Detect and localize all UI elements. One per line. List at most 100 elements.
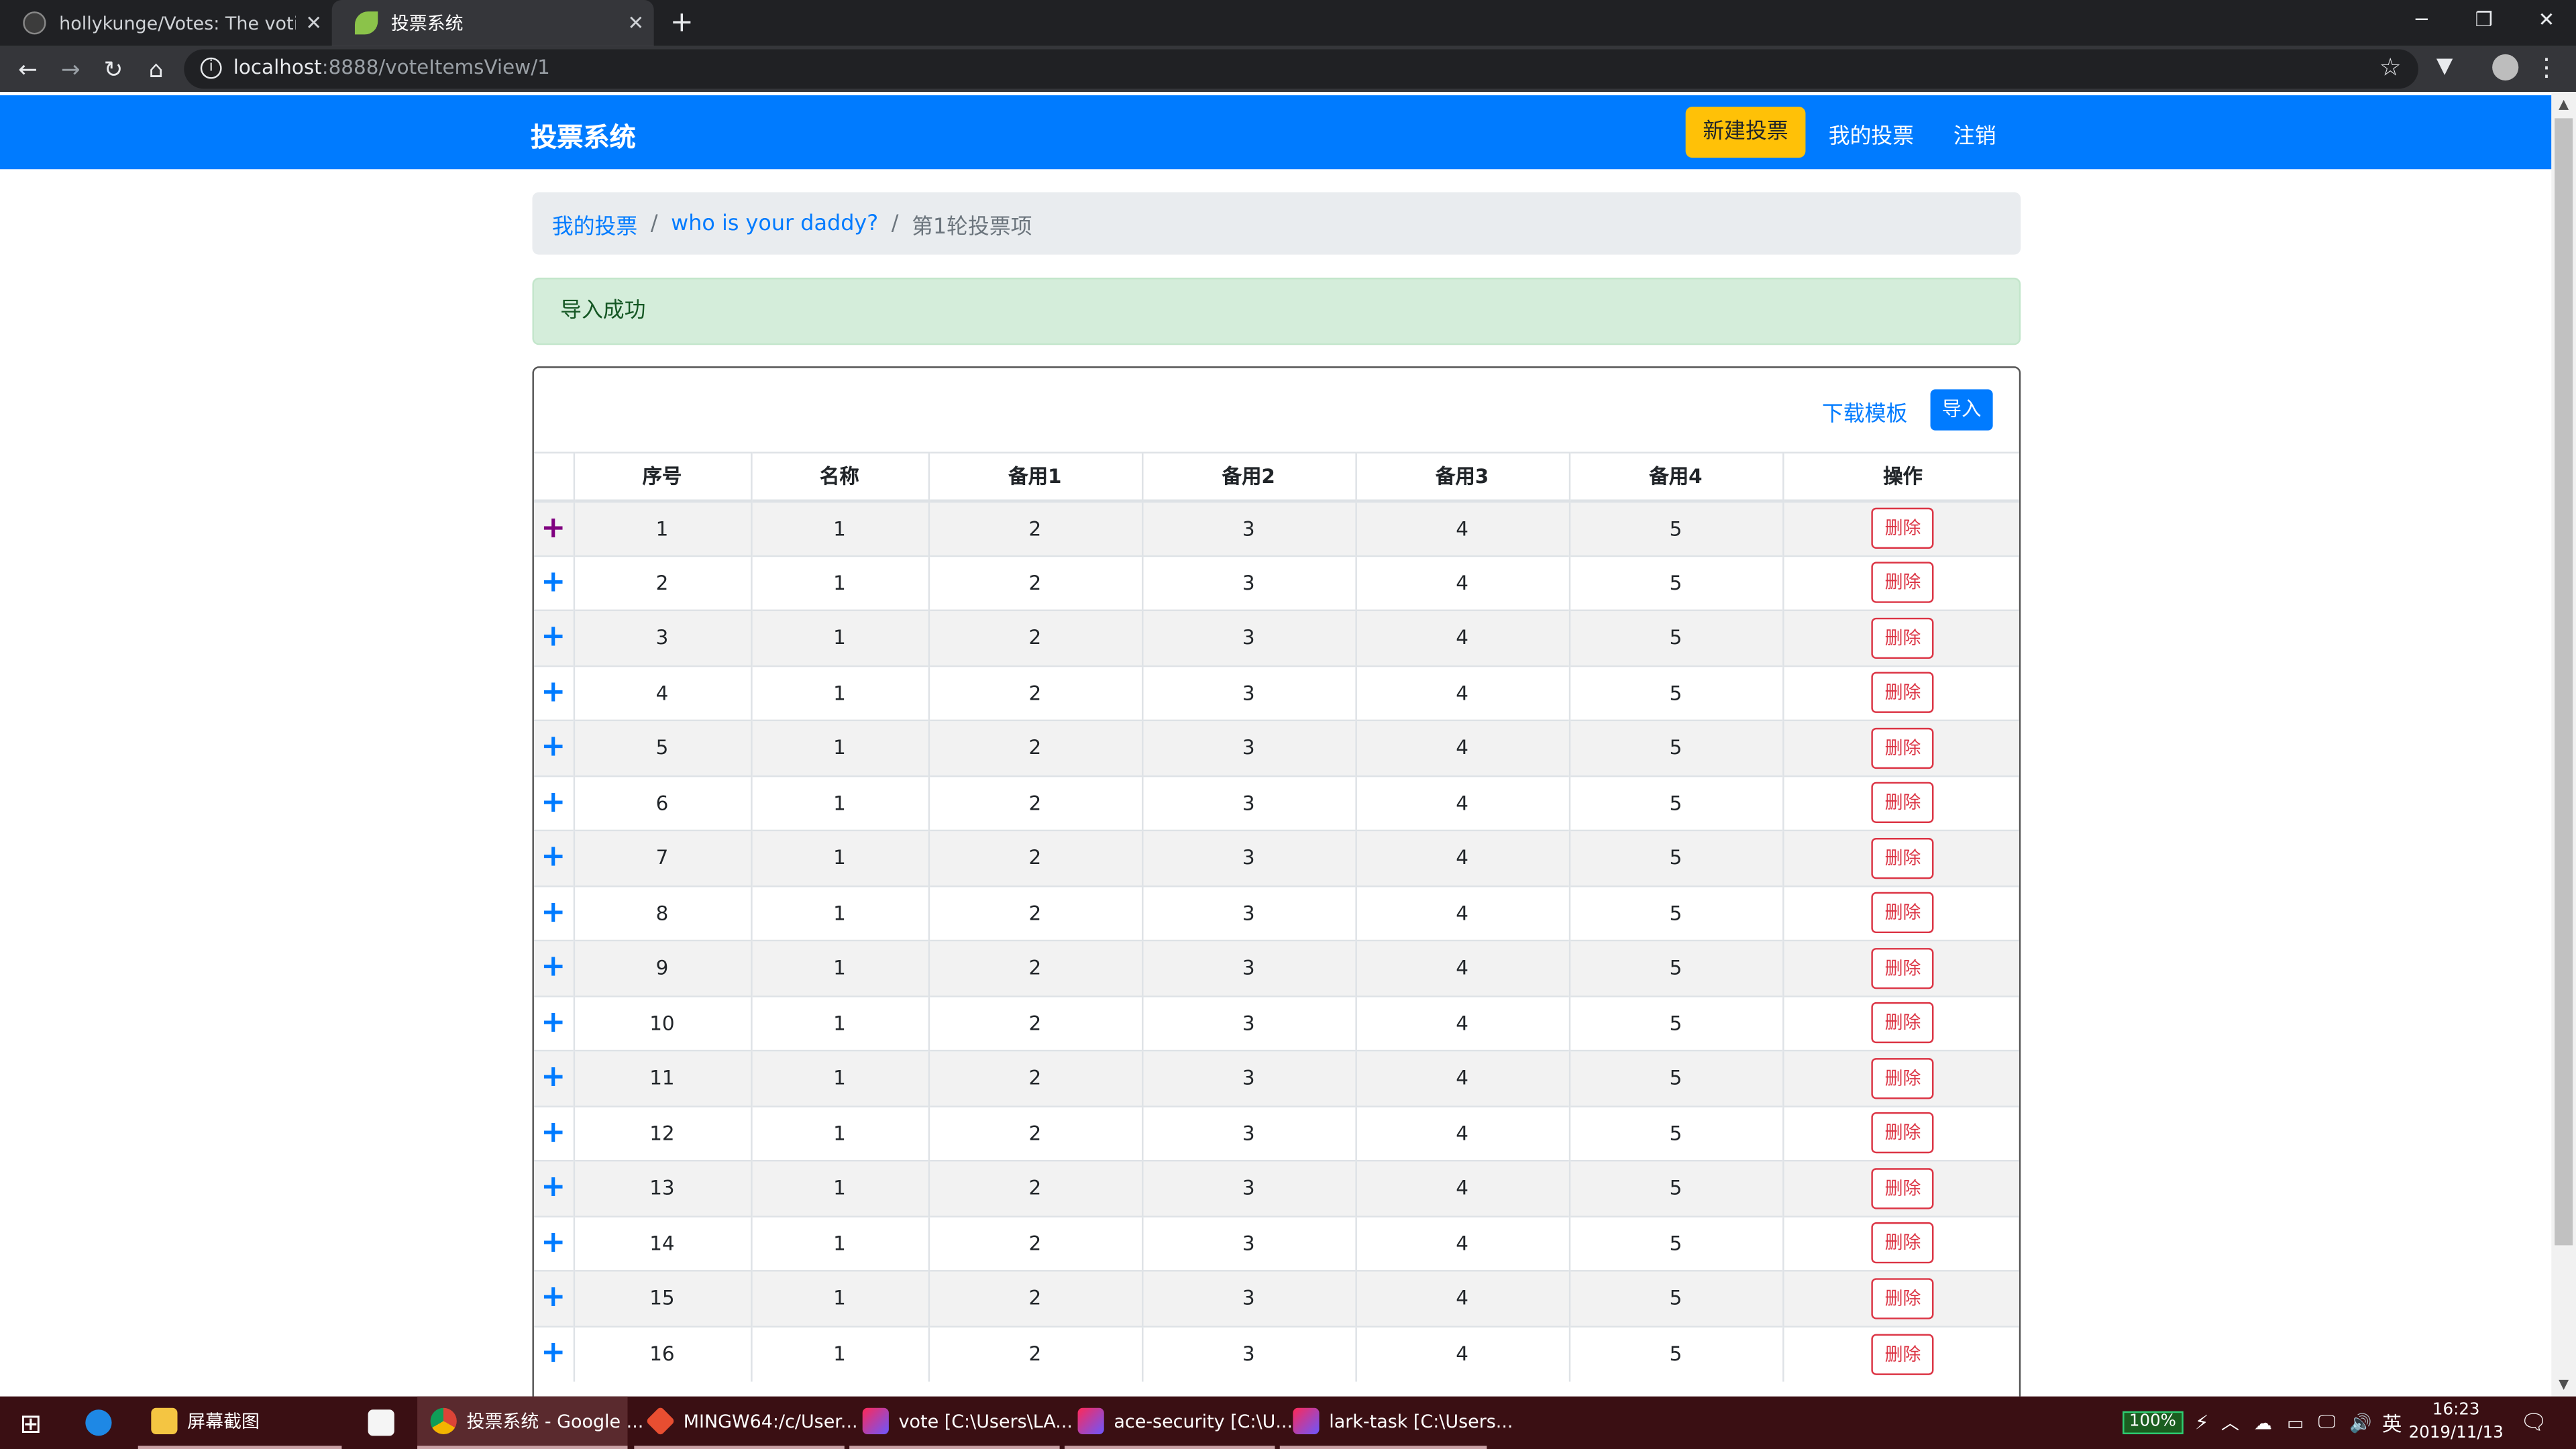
clock[interactable]: 16:23 2019/11/13 xyxy=(2402,1400,2510,1446)
plus-icon[interactable]: + xyxy=(541,950,566,984)
table-row[interactable]: +7 1 2 3 4 5 删除 xyxy=(533,829,2019,886)
notification-icon[interactable]: 🗨 xyxy=(2520,1397,2547,1449)
delete-button[interactable]: 删除 xyxy=(1872,617,1935,659)
expand-cell[interactable]: + xyxy=(533,499,574,555)
page-scrollbar[interactable]: ▲ ▼ xyxy=(2551,92,2576,1397)
plus-icon[interactable]: + xyxy=(541,565,566,599)
table-row[interactable]: +14 1 2 3 4 5 删除 xyxy=(533,1215,2019,1271)
import-button[interactable]: 导入 xyxy=(1930,389,1993,431)
plus-icon[interactable]: + xyxy=(541,840,566,874)
expand-cell[interactable]: + xyxy=(533,774,574,830)
bookmark-star-icon[interactable]: ☆ xyxy=(2377,51,2404,84)
delete-button[interactable]: 删除 xyxy=(1872,1167,1935,1209)
expand-cell[interactable]: + xyxy=(533,554,574,610)
table-row[interactable]: +15 1 2 3 4 5 删除 xyxy=(533,1270,2019,1326)
home-icon[interactable]: ⌂ xyxy=(138,52,174,89)
taskbar-item-lark-task[interactable]: lark-task [C:\Users... xyxy=(1279,1397,1513,1449)
expand-cell[interactable]: + xyxy=(533,939,574,996)
plus-icon[interactable]: + xyxy=(541,675,566,709)
tab-vote-system[interactable]: 投票系统 ✕ xyxy=(331,0,654,46)
store-icon[interactable] xyxy=(355,1397,411,1449)
delete-button[interactable]: 删除 xyxy=(1872,562,1935,604)
plus-icon[interactable]: + xyxy=(541,510,566,544)
expand-cell[interactable]: + xyxy=(533,829,574,886)
reload-icon[interactable]: ↻ xyxy=(95,52,131,89)
expand-cell[interactable]: + xyxy=(533,1270,574,1326)
plus-icon[interactable]: + xyxy=(541,1170,566,1204)
chevron-up-icon[interactable]: ︿ xyxy=(2221,1397,2239,1449)
my-votes-link[interactable]: 我的投票 xyxy=(1829,118,1914,150)
plus-icon[interactable]: + xyxy=(541,895,566,929)
breadcrumb-vote[interactable]: who is your daddy? xyxy=(671,211,878,236)
taskbar-item-git-bash[interactable]: MINGW64:/c/User... xyxy=(634,1397,858,1449)
network-icon[interactable]: 🖵 xyxy=(2318,1397,2336,1449)
ime-indicator[interactable]: 英 xyxy=(2382,1397,2402,1449)
scroll-down-icon[interactable]: ▼ xyxy=(2551,1372,2576,1397)
column-header[interactable]: 备用3 xyxy=(1354,451,1569,502)
tab-github[interactable]: hollykunge/Votes: The voting ✕ xyxy=(0,0,332,46)
plus-icon[interactable]: + xyxy=(541,1280,566,1314)
table-row[interactable]: +10 1 2 3 4 5 删除 xyxy=(533,994,2019,1051)
delete-button[interactable]: 删除 xyxy=(1872,1002,1935,1044)
plus-icon[interactable]: + xyxy=(541,1225,566,1259)
tray-app-icon[interactable]: ☁ xyxy=(2254,1397,2272,1449)
scroll-up-icon[interactable]: ▲ xyxy=(2551,92,2576,117)
expand-cell[interactable]: + xyxy=(533,1049,574,1106)
volume-icon[interactable]: 🔊 xyxy=(2349,1397,2372,1449)
table-row[interactable]: +8 1 2 3 4 5 删除 xyxy=(533,884,2019,941)
url-text[interactable]: localhost:8888/voteItemsView/1 xyxy=(233,56,550,78)
taskbar-item-vote[interactable]: vote [C:\Users\LA... xyxy=(849,1397,1073,1449)
column-header[interactable]: 备用1 xyxy=(927,451,1142,502)
expand-cell[interactable]: + xyxy=(533,1215,574,1271)
back-icon[interactable]: ← xyxy=(10,52,46,89)
battery-indicator[interactable]: 100% xyxy=(2123,1397,2183,1449)
plus-icon[interactable]: + xyxy=(541,730,566,764)
table-row[interactable]: +11 1 2 3 4 5 删除 xyxy=(533,1049,2019,1106)
taskbar-item-screenshots[interactable]: 屏幕截图 xyxy=(138,1397,342,1449)
close-icon[interactable]: ✕ xyxy=(296,11,332,34)
column-header[interactable]: 序号 xyxy=(572,451,751,502)
restore-button[interactable]: ❐ xyxy=(2455,0,2514,46)
delete-button[interactable]: 删除 xyxy=(1872,782,1935,824)
close-window-button[interactable]: ✕ xyxy=(2517,0,2576,46)
delete-button[interactable]: 删除 xyxy=(1872,1222,1935,1264)
table-row[interactable]: +13 1 2 3 4 5 删除 xyxy=(533,1160,2019,1216)
plus-icon[interactable]: + xyxy=(541,1336,566,1370)
plus-icon[interactable]: + xyxy=(541,785,566,819)
brand-title[interactable]: 投票系统 xyxy=(531,115,636,154)
address-bar[interactable]: i localhost:8888/voteItemsView/1 xyxy=(184,49,2418,89)
table-row[interactable]: +9 1 2 3 4 5 删除 xyxy=(533,939,2019,996)
logout-link[interactable]: 注销 xyxy=(1953,118,1996,150)
vue-devtools-icon[interactable]: ▼ xyxy=(2432,54,2458,80)
delete-button[interactable]: 删除 xyxy=(1872,947,1935,989)
expand-cell[interactable]: + xyxy=(533,664,574,720)
table-row[interactable]: +16 1 2 3 4 5 删除 xyxy=(533,1325,2019,1381)
plus-icon[interactable]: + xyxy=(541,1060,566,1094)
table-row[interactable]: +12 1 2 3 4 5 删除 xyxy=(533,1104,2019,1161)
info-icon[interactable]: i xyxy=(200,57,222,79)
delete-button[interactable]: 删除 xyxy=(1872,837,1935,879)
table-row[interactable]: +5 1 2 3 4 5 删除 xyxy=(533,719,2019,775)
column-header[interactable]: 备用2 xyxy=(1140,451,1356,502)
close-icon[interactable]: ✕ xyxy=(618,11,654,34)
plus-icon[interactable]: + xyxy=(541,1115,566,1149)
table-row[interactable]: +2 1 2 3 4 5 删除 xyxy=(533,554,2019,610)
expand-cell[interactable]: + xyxy=(533,1104,574,1161)
table-row[interactable]: +1 1 2 3 4 5 删除 xyxy=(533,499,2019,555)
forward-icon[interactable]: → xyxy=(52,52,89,89)
new-vote-button[interactable]: 新建投票 xyxy=(1685,107,1806,158)
profile-avatar[interactable] xyxy=(2492,54,2519,81)
delete-button[interactable]: 删除 xyxy=(1872,1112,1935,1154)
column-header[interactable]: 名称 xyxy=(749,451,928,502)
delete-button[interactable]: 删除 xyxy=(1872,1333,1935,1375)
column-header[interactable]: 备用4 xyxy=(1568,451,1783,502)
expand-cell[interactable]: + xyxy=(533,1160,574,1216)
expand-cell[interactable]: + xyxy=(533,884,574,941)
new-tab-button[interactable]: + xyxy=(663,5,700,41)
delete-button[interactable]: 删除 xyxy=(1872,507,1935,549)
windows-start-icon[interactable]: ⊞ xyxy=(7,1397,59,1449)
delete-button[interactable]: 删除 xyxy=(1872,892,1935,934)
plus-icon[interactable]: + xyxy=(541,620,566,654)
delete-button[interactable]: 删除 xyxy=(1872,727,1935,769)
expand-cell[interactable]: + xyxy=(533,994,574,1051)
